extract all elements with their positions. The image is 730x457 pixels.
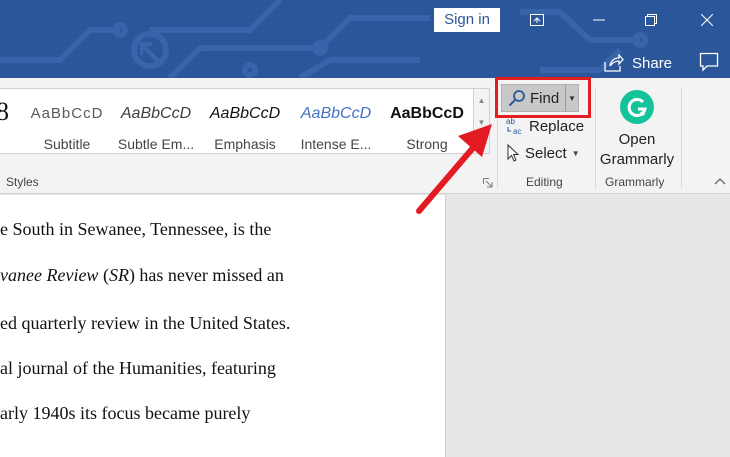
close-icon xyxy=(701,14,713,26)
style-label: Emphasis xyxy=(214,136,276,152)
ribbon: 8 AaBbCcD Subtitle AaBbCcD Subtle Em... … xyxy=(0,78,730,194)
style-sample: AaBbCcD xyxy=(390,105,464,122)
italic-text: vanee Review xyxy=(0,265,99,285)
chevron-up-icon: ▲ xyxy=(477,95,486,105)
ribbon-display-options-button[interactable] xyxy=(514,6,560,34)
document-page[interactable]: e South in Sewanee, Tennessee, is the va… xyxy=(0,195,446,457)
italic-text: SR xyxy=(108,265,129,285)
gallery-up-button[interactable]: ▲ xyxy=(474,89,489,111)
replace-label: Replace xyxy=(529,117,585,135)
cursor-arrow-icon xyxy=(507,144,520,162)
style-intense-emphasis[interactable]: AaBbCcD Intense E... xyxy=(292,89,380,155)
style-label: Subtitle xyxy=(43,136,91,152)
more-icon: ▾ xyxy=(479,139,484,149)
style-label: Intense E... xyxy=(300,136,372,152)
styles-group-label: Styles xyxy=(6,175,39,189)
document-line-3: ed quarterly review in the United States… xyxy=(0,313,291,333)
select-button[interactable]: Select ▼ xyxy=(506,142,580,164)
restore-icon xyxy=(645,14,657,26)
replace-button[interactable]: ab ac Replace xyxy=(506,115,584,137)
minimize-button[interactable] xyxy=(576,6,622,34)
gallery-partial-glyph: 8 xyxy=(0,97,9,126)
comments-button[interactable] xyxy=(694,48,724,76)
style-subtitle[interactable]: AaBbCcD Subtitle xyxy=(22,89,112,155)
styles-gallery: 8 AaBbCcD Subtitle AaBbCcD Subtle Em... … xyxy=(0,88,474,154)
document-line-5: arly 1940s its focus became purely xyxy=(0,403,251,423)
grammarly-group-label: Grammarly xyxy=(605,175,665,189)
gallery-down-button[interactable]: ▼ xyxy=(474,111,489,133)
style-emphasis[interactable]: AaBbCcD Emphasis xyxy=(202,89,288,155)
select-label: Select xyxy=(525,144,567,162)
style-sample: AaBbCcD xyxy=(30,105,104,122)
sign-in-button[interactable]: Sign in xyxy=(434,8,500,32)
styles-gallery-scroll: ▲ ▼ ▾ xyxy=(474,88,490,154)
chevron-down-icon: ▼ xyxy=(477,117,486,127)
style-sample: AaBbCcD xyxy=(120,105,192,122)
restore-button[interactable] xyxy=(628,6,674,34)
style-strong[interactable]: AaBbCcD Strong xyxy=(382,89,472,155)
share-button[interactable]: Share xyxy=(604,50,672,76)
collapse-ribbon-icon[interactable] xyxy=(714,176,726,186)
styles-dialog-launcher-icon[interactable] xyxy=(483,178,493,188)
style-subtle-emphasis[interactable]: AaBbCcD Subtle Em... xyxy=(112,89,200,155)
style-sample: AaBbCcD xyxy=(300,105,372,122)
editing-group-label: Editing xyxy=(526,175,563,189)
replace-icon: ab ac xyxy=(506,117,521,135)
grammarly-button-line2: Grammarly xyxy=(599,151,675,168)
open-grammarly-button[interactable]: Open Grammarly xyxy=(596,90,678,170)
gallery-more-button[interactable]: ▾ xyxy=(474,133,489,155)
chevron-down-icon: ▼ xyxy=(571,148,580,158)
style-sample: AaBbCcD xyxy=(209,105,281,122)
grammarly-button-line1: Open xyxy=(618,131,656,148)
title-bar: Sign in Share xyxy=(0,0,730,78)
ribbon-display-icon xyxy=(530,14,544,26)
group-separator xyxy=(681,88,682,188)
share-label: Share xyxy=(632,54,673,72)
comment-icon xyxy=(699,52,719,72)
grammarly-logo-icon xyxy=(620,90,654,124)
style-label: Subtle Em... xyxy=(117,136,195,152)
share-icon xyxy=(604,54,624,72)
style-label: Strong xyxy=(406,136,448,152)
minimize-icon xyxy=(593,19,605,21)
document-line-4: al journal of the Humanities, featuring xyxy=(0,358,276,378)
close-button[interactable] xyxy=(684,6,730,34)
find-highlight-box xyxy=(495,77,591,118)
document-line-2: vanee Review (SR) has never missed an xyxy=(0,265,284,285)
svg-text:ac: ac xyxy=(513,127,521,135)
document-canvas-background xyxy=(447,195,730,457)
svg-text:ab: ab xyxy=(506,117,515,126)
document-line-1: e South in Sewanee, Tennessee, is the xyxy=(0,219,272,239)
